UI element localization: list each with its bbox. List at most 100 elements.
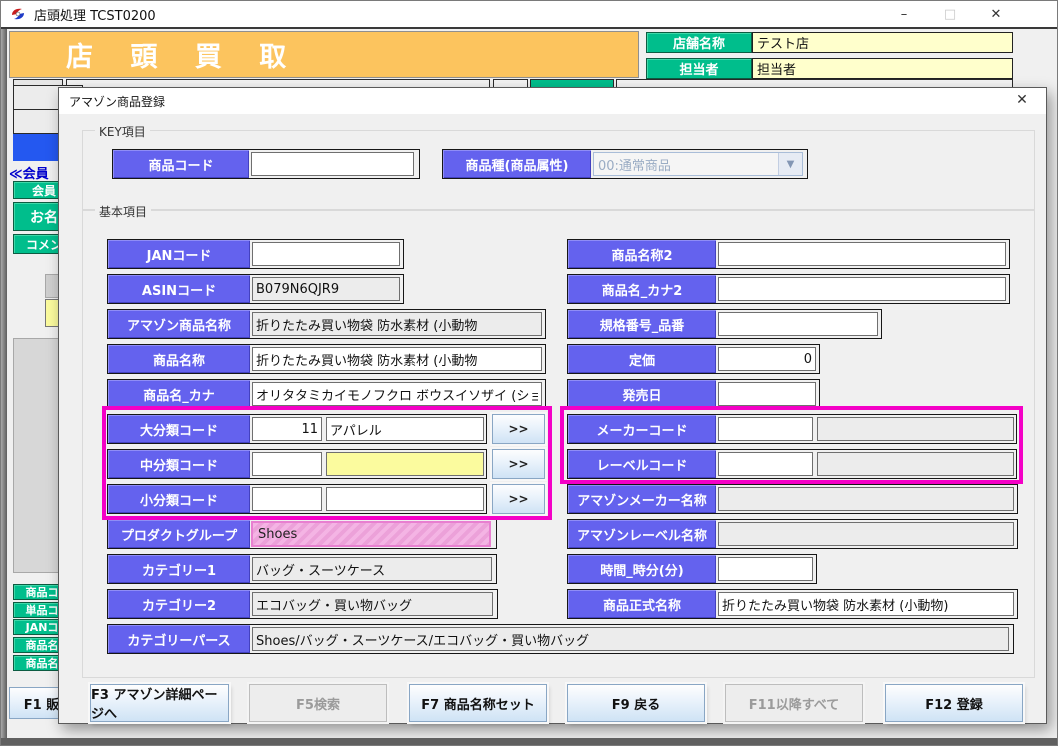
- key-section-legend: KEY項目: [95, 123, 150, 140]
- official-name-input[interactable]: [718, 592, 1014, 616]
- maker-code-input[interactable]: [718, 417, 813, 441]
- release-date-label: 発売日: [568, 380, 716, 408]
- large-class-code-input[interactable]: [252, 417, 322, 441]
- category1-row: カテゴリー1: [107, 554, 497, 584]
- dialog-titlebar: アマゾン商品登録 ✕: [59, 88, 1046, 114]
- amazon-product-dialog: アマゾン商品登録 ✕ KEY項目 商品コード 商品種(商品属性) 00:通常商品…: [58, 87, 1047, 724]
- chevron-down-icon: ▼: [778, 153, 802, 175]
- product-group-label: プロダクトグループ: [108, 520, 250, 548]
- category2-label: カテゴリー2: [108, 590, 250, 618]
- staff-value: 担当者: [752, 58, 1013, 79]
- product-kana-label: 商品名_カナ: [108, 380, 250, 408]
- maximize-button: □: [927, 1, 973, 27]
- jan-code-input[interactable]: [252, 242, 400, 266]
- product-name2-row: 商品名称2: [567, 239, 1010, 269]
- product-name-input[interactable]: [252, 347, 542, 371]
- official-name-label: 商品正式名称: [568, 590, 716, 618]
- product-kana-input[interactable]: [252, 382, 542, 406]
- release-date-input[interactable]: [718, 382, 816, 406]
- label-code-row: レーベルコード: [567, 449, 1017, 479]
- staff-label: 担当者: [646, 58, 752, 79]
- time-input[interactable]: [718, 557, 813, 581]
- product-kana2-input[interactable]: [718, 277, 1006, 301]
- mid-class-code-input[interactable]: [252, 452, 322, 476]
- jan-code-row: JANコード: [107, 239, 404, 269]
- small-class-code-input[interactable]: [252, 487, 322, 511]
- amazon-label-label: アマゾンレーベル名称: [568, 520, 716, 548]
- standard-no-label: 規格番号_品番: [568, 310, 716, 338]
- label-code-label: レーベルコード: [568, 450, 716, 478]
- product-kana-row: 商品名_カナ: [107, 379, 546, 409]
- asin-code-field: [252, 277, 400, 301]
- amazon-maker-row: アマゾンメーカー名称: [567, 484, 1018, 514]
- product-code-field-label: 商品コード: [113, 150, 249, 178]
- category-path-row: カテゴリーパース: [107, 624, 1014, 654]
- product-type-value: 00:通常商品: [594, 153, 778, 175]
- large-class-name-input[interactable]: [326, 417, 484, 441]
- window-frame-left: [1, 29, 7, 746]
- minimize-button[interactable]: –: [881, 1, 927, 27]
- window-frame-bottom: [1, 738, 1058, 746]
- product-type-label: 商品種(商品属性): [443, 150, 591, 178]
- asin-code-label: ASINコード: [108, 275, 250, 303]
- category1-label: カテゴリー1: [108, 555, 250, 583]
- product-name-row: 商品名称: [107, 344, 546, 374]
- window-title: 店頭処理 TCST0200: [34, 5, 156, 24]
- asin-code-row: ASINコード: [107, 274, 404, 304]
- product-kana2-label: 商品名_カナ2: [568, 275, 716, 303]
- category-path-label: カテゴリーパース: [108, 625, 250, 653]
- product-name2-label: 商品名称2: [568, 240, 716, 268]
- amazon-maker-label: アマゾンメーカー名称: [568, 485, 716, 513]
- mid-class-name-input[interactable]: [326, 452, 484, 476]
- amazon-name-row: アマゾン商品名称: [107, 309, 546, 339]
- dialog-close-icon[interactable]: ✕: [1012, 92, 1032, 108]
- time-row: 時間_時分(分): [567, 554, 817, 584]
- window-controls: – □ ✕: [881, 1, 1019, 27]
- titlebar: 店頭処理 TCST0200 – □ ✕: [1, 1, 1058, 29]
- jan-code-label: JANコード: [108, 240, 250, 268]
- product-name2-input[interactable]: [718, 242, 1006, 266]
- maker-name-field: [817, 417, 1014, 441]
- small-class-label: 小分類コード: [108, 485, 250, 513]
- category-path-field: [252, 627, 1009, 651]
- category2-row: カテゴリー2: [107, 589, 498, 619]
- amazon-maker-field: [718, 487, 1014, 511]
- standard-no-input[interactable]: [718, 312, 878, 336]
- mid-class-search-button[interactable]: >>: [492, 449, 545, 479]
- f3-amazon-detail-button[interactable]: F3 アマゾン詳細ページへ: [90, 684, 229, 722]
- maker-code-label: メーカーコード: [568, 415, 716, 443]
- large-class-label: 大分類コード: [108, 415, 250, 443]
- standard-no-row: 規格番号_品番: [567, 309, 882, 339]
- app-icon: [10, 6, 26, 22]
- amazon-label-field: [718, 522, 1014, 546]
- product-code-input[interactable]: [251, 152, 414, 176]
- member-list-pane: [13, 338, 59, 573]
- small-class-name-input[interactable]: [326, 487, 484, 511]
- label-code-input[interactable]: [718, 452, 813, 476]
- product-code-row: 商品コード: [112, 149, 420, 179]
- maker-code-row: メーカーコード: [567, 414, 1017, 444]
- close-window-button[interactable]: ✕: [973, 1, 1019, 27]
- large-class-row: 大分類コード: [107, 414, 487, 444]
- app-window: 店頭処理 TCST0200 – □ ✕ 店 頭 買 取 店舗名称 テスト店 担当…: [0, 0, 1058, 746]
- dialog-title: アマゾン商品登録: [69, 93, 165, 110]
- f7-name-set-button[interactable]: F7 商品名称セット: [409, 684, 547, 722]
- f9-back-button[interactable]: F9 戻る: [567, 684, 705, 722]
- release-date-row: 発売日: [567, 379, 820, 409]
- small-class-search-button[interactable]: >>: [492, 484, 545, 514]
- product-kana2-row: 商品名_カナ2: [567, 274, 1010, 304]
- f5-search-button: F5検索: [249, 684, 387, 722]
- product-name-label: 商品名称: [108, 345, 250, 373]
- product-type-dropdown: 00:通常商品 ▼: [593, 152, 803, 176]
- f11-all-button: F11以降すべて: [725, 684, 863, 722]
- product-group-row: プロダクトグループ Shoes: [107, 519, 497, 549]
- amazon-name-label: アマゾン商品名称: [108, 310, 250, 338]
- large-class-search-button[interactable]: >>: [492, 414, 545, 444]
- mid-class-row: 中分類コード: [107, 449, 487, 479]
- f12-register-button[interactable]: F12 登録: [885, 684, 1023, 722]
- list-price-input[interactable]: [718, 347, 816, 371]
- time-label: 時間_時分(分): [568, 555, 716, 583]
- product-type-row: 商品種(商品属性) 00:通常商品 ▼: [442, 149, 808, 179]
- small-class-row: 小分類コード: [107, 484, 487, 514]
- official-name-row: 商品正式名称: [567, 589, 1018, 619]
